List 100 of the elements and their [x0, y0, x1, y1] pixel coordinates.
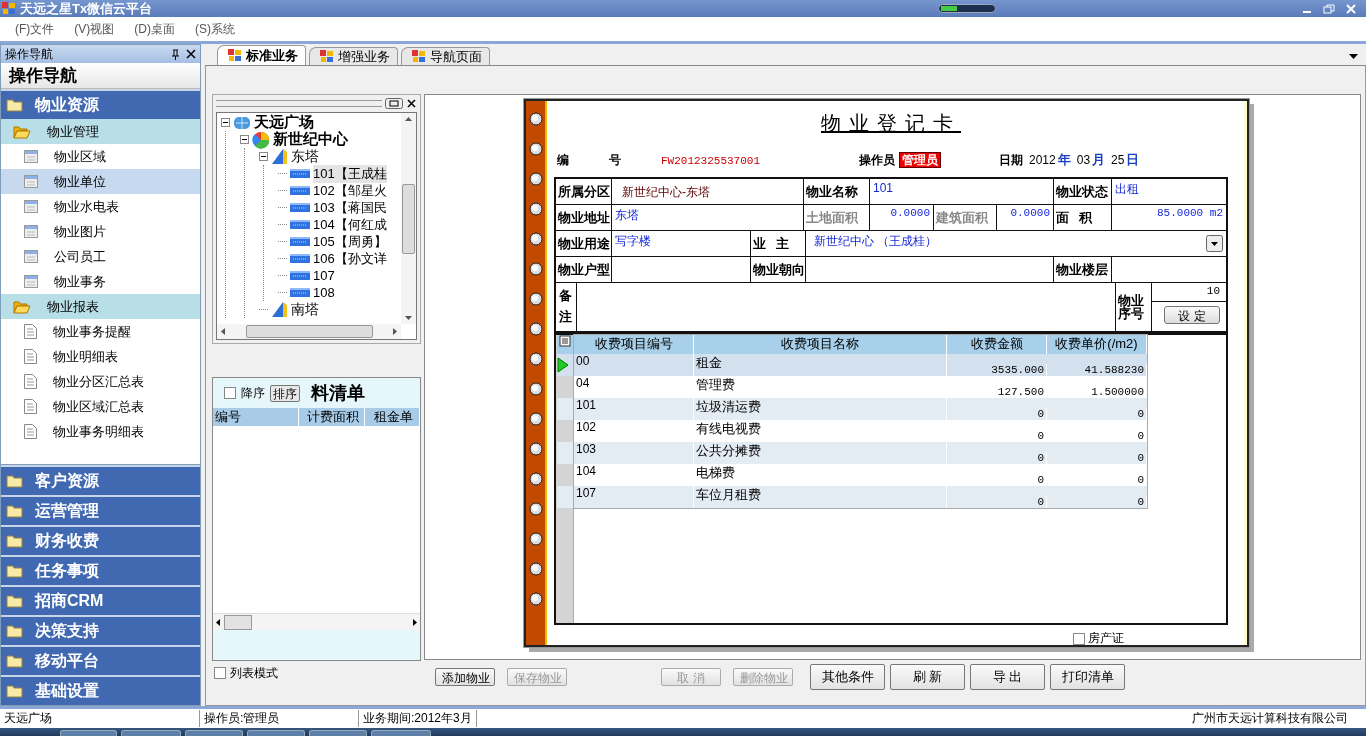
- ring-icon: [528, 172, 543, 186]
- grid-icon[interactable]: [559, 335, 571, 347]
- status-text: 业务期间:2012年3月: [359, 710, 477, 727]
- expander-icon[interactable]: [240, 135, 249, 144]
- panel-icon: [290, 219, 310, 230]
- nav-group[interactable]: 运营管理: [1, 495, 200, 525]
- table-row[interactable]: 103 公共分摊费 0 0: [557, 442, 1147, 464]
- field-value[interactable]: 0.0000: [997, 205, 1054, 230]
- nav-item[interactable]: 物业明细表: [1, 344, 200, 369]
- nav-group[interactable]: 决策支持: [1, 615, 200, 645]
- nav-group[interactable]: 客户资源: [1, 465, 200, 495]
- ring-icon: [528, 412, 543, 426]
- arrow-icon[interactable]: [216, 618, 220, 626]
- menu-item[interactable]: (F)文件: [7, 20, 63, 38]
- arrow-icon[interactable]: [413, 618, 417, 626]
- tab[interactable]: 导航页面: [401, 47, 490, 65]
- dropdown-icon[interactable]: [1349, 54, 1358, 60]
- nav-item[interactable]: 物业事务明细表: [1, 419, 200, 444]
- tree-node[interactable]: 天远广场: [254, 113, 314, 132]
- arrow-icon[interactable]: [393, 328, 397, 335]
- checkbox-label: 列表模式: [230, 664, 278, 682]
- nav-item[interactable]: 物业事务提醒: [1, 319, 200, 344]
- tree-node[interactable]: 101【王成桂: [313, 164, 387, 183]
- status-text: 天远广场: [0, 710, 200, 727]
- field-value[interactable]: 新世纪中心 （王成桂）: [814, 233, 938, 250]
- nav-item[interactable]: 物业水电表: [1, 194, 200, 219]
- field-value[interactable]: 东塔: [612, 205, 804, 230]
- tab[interactable]: 增强业务: [309, 47, 398, 65]
- tab[interactable]: 标准业务: [217, 45, 306, 65]
- tree-node[interactable]: 南塔: [291, 300, 319, 319]
- nav-item[interactable]: 物业图片: [1, 219, 200, 244]
- scrollbar[interactable]: [217, 324, 401, 339]
- nav-item[interactable]: 物业区域: [1, 144, 200, 169]
- field-value[interactable]: 出租: [1112, 179, 1226, 204]
- nav-item[interactable]: 物业事务: [1, 269, 200, 294]
- action-button[interactable]: 导 出: [970, 664, 1045, 690]
- nav-group[interactable]: 基础设置: [1, 675, 200, 705]
- tree-node[interactable]: 东塔: [291, 147, 319, 166]
- sort-button[interactable]: 排序: [270, 384, 300, 402]
- menu-item[interactable]: (D)桌面: [126, 20, 183, 38]
- table-row[interactable]: 107 车位月租费 0 0: [557, 486, 1147, 508]
- scrollbar-thumb[interactable]: [224, 614, 252, 630]
- nav-section[interactable]: 物业报表: [1, 294, 200, 319]
- tree-node[interactable]: 106【孙文详: [313, 249, 387, 268]
- tree-node[interactable]: 108: [313, 285, 335, 300]
- checkbox[interactable]: [1073, 632, 1085, 645]
- scrollbar[interactable]: [401, 113, 416, 324]
- nav-group[interactable]: 招商CRM: [1, 585, 200, 615]
- nav-item[interactable]: 物业分区汇总表: [1, 369, 200, 394]
- checkbox[interactable]: [214, 667, 226, 679]
- table-cell: 公共分摊费: [694, 442, 947, 464]
- arrow-icon[interactable]: [221, 328, 225, 335]
- restore-icon[interactable]: [385, 98, 403, 109]
- panel-icon: [290, 270, 310, 281]
- close-icon[interactable]: [186, 49, 196, 59]
- date-part: 25: [1111, 153, 1125, 167]
- tree-node[interactable]: 107: [313, 268, 335, 283]
- field-value[interactable]: 10: [1152, 283, 1226, 302]
- field-label: 物业状态: [1054, 179, 1112, 204]
- checkbox[interactable]: [224, 387, 236, 399]
- table-row[interactable]: 00 租金 3535.000 41.588230: [557, 354, 1147, 376]
- field-value[interactable]: 0.0000: [870, 205, 934, 230]
- scrollbar-thumb[interactable]: [245, 325, 373, 338]
- action-button[interactable]: 刷 新: [890, 664, 965, 690]
- field-value[interactable]: 101: [870, 179, 1054, 204]
- field-value[interactable]: 85.0000 m2: [1112, 205, 1226, 230]
- nav-item[interactable]: 物业单位: [1, 169, 200, 194]
- arrow-icon[interactable]: [405, 316, 412, 320]
- pin-icon[interactable]: [171, 48, 180, 60]
- form-icon: [24, 200, 38, 213]
- folder-icon: [6, 98, 23, 112]
- menu-item[interactable]: (S)系统: [187, 20, 243, 38]
- nav-group[interactable]: 财务收费: [1, 525, 200, 555]
- expander-icon[interactable]: [259, 152, 268, 161]
- tree-node[interactable]: 103【蒋国民: [313, 198, 387, 217]
- nav-group[interactable]: 任务事项: [1, 555, 200, 585]
- set-button[interactable]: 设 定: [1164, 306, 1220, 324]
- tree-node[interactable]: 105【周勇】: [313, 232, 387, 251]
- action-button[interactable]: 其他条件: [810, 664, 885, 690]
- dropdown-button[interactable]: [1206, 235, 1223, 252]
- tree-node[interactable]: 102【邹星火: [313, 181, 387, 200]
- tree-node[interactable]: 104【何红成: [313, 215, 387, 234]
- tree-node[interactable]: 新世纪中心: [273, 130, 348, 149]
- scrollbar-thumb[interactable]: [402, 183, 415, 254]
- menu-item[interactable]: (V)视图: [66, 20, 123, 38]
- restore-icon[interactable]: [1322, 2, 1336, 15]
- nav-group[interactable]: 物业资源: [1, 89, 200, 119]
- table-row[interactable]: 101 垃圾清运费 0 0: [557, 398, 1147, 420]
- expander-icon[interactable]: [221, 118, 230, 127]
- nav-group[interactable]: 移动平台: [1, 645, 200, 675]
- nav-item[interactable]: 公司员工: [1, 244, 200, 269]
- arrow-icon[interactable]: [405, 117, 412, 121]
- nav-item[interactable]: 物业区域汇总表: [1, 394, 200, 419]
- nav-section[interactable]: 物业管理: [1, 119, 200, 144]
- action-button[interactable]: 添加物业: [435, 668, 495, 686]
- action-button[interactable]: 打印清单: [1050, 664, 1125, 690]
- scrollbar[interactable]: [213, 613, 420, 630]
- field-value[interactable]: 写字楼: [612, 231, 751, 256]
- close-icon[interactable]: [406, 98, 417, 109]
- grip-handle[interactable]: [216, 100, 382, 107]
